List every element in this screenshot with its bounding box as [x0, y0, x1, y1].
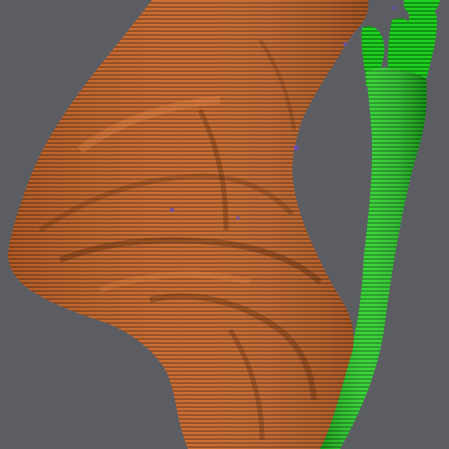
3d-viewport[interactable]: [0, 0, 449, 449]
render-scene[interactable]: [0, 0, 449, 449]
marker-dot[interactable]: [170, 208, 174, 212]
marker-dot[interactable]: [293, 145, 299, 151]
marker-dot[interactable]: [343, 42, 347, 46]
marker-dot[interactable]: [392, 6, 396, 10]
marker-dot[interactable]: [236, 216, 240, 220]
